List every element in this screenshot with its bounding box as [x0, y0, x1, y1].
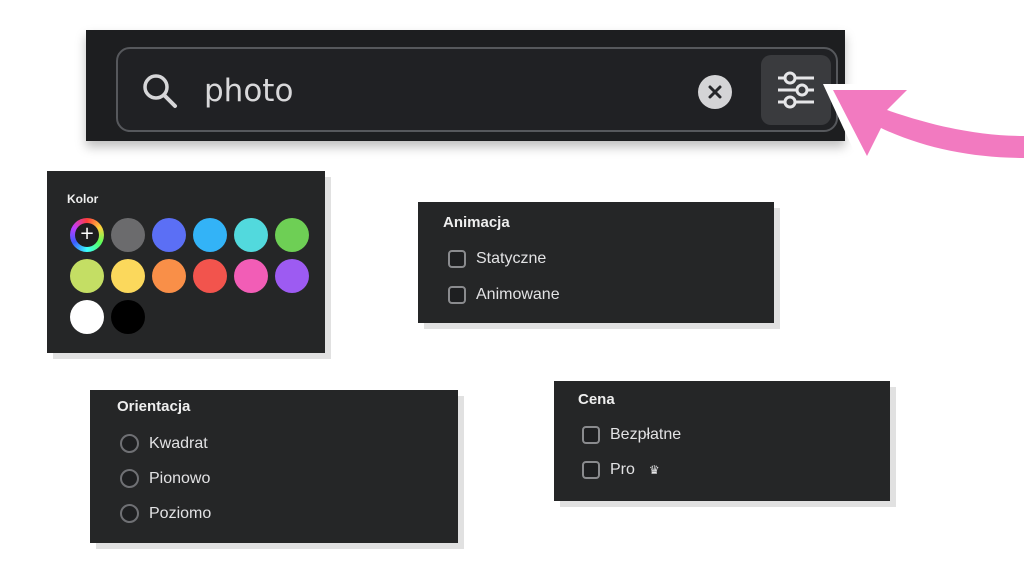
option-label: Animowane — [476, 286, 560, 303]
color-swatch[interactable] — [234, 218, 268, 252]
price-filter-panel: Cena Bezpłatne Pro ♛ — [554, 381, 890, 501]
price-filter-title: Cena — [578, 391, 615, 408]
option-label: Pionowo — [149, 469, 211, 487]
radio-button[interactable] — [120, 469, 139, 488]
search-icon — [143, 74, 177, 108]
color-swatch[interactable] — [111, 300, 145, 334]
color-filter-title: Kolor — [67, 192, 99, 206]
option-label: Bezpłatne — [610, 426, 682, 443]
crown-icon: ♛ — [648, 463, 660, 477]
radio-button[interactable] — [120, 504, 139, 523]
radio-square[interactable]: Kwadrat — [120, 434, 208, 453]
color-swatch[interactable] — [152, 259, 186, 293]
color-swatch[interactable] — [152, 218, 186, 252]
checkbox-free[interactable]: Bezpłatne — [582, 426, 681, 444]
color-swatch[interactable] — [70, 300, 104, 334]
radio-landscape[interactable]: Poziomo — [120, 504, 211, 523]
arrow-icon — [823, 84, 1024, 166]
sliders-icon — [778, 71, 814, 109]
option-label: Pro — [610, 461, 635, 478]
clear-icon — [708, 85, 722, 99]
plus-icon: + — [75, 223, 99, 247]
color-swatch[interactable] — [111, 218, 145, 252]
color-filter-panel: Kolor + — [47, 171, 325, 353]
option-label: Poziomo — [149, 504, 212, 522]
color-swatch[interactable] — [111, 259, 145, 293]
checkbox[interactable] — [582, 426, 600, 444]
clear-search-button[interactable] — [698, 75, 732, 109]
checkbox[interactable] — [448, 250, 466, 268]
color-swatch[interactable] — [275, 218, 309, 252]
orientation-filter-panel: Orientacja Kwadrat Pionowo Poziomo — [90, 390, 458, 543]
color-swatch[interactable] — [234, 259, 268, 293]
animation-filter-panel: Animacja Statyczne Animowane — [418, 202, 774, 323]
option-label: Kwadrat — [149, 434, 208, 452]
checkbox-pro[interactable]: Pro ♛ — [582, 461, 660, 479]
color-swatch[interactable] — [275, 259, 309, 293]
checkbox[interactable] — [448, 286, 466, 304]
checkbox[interactable] — [582, 461, 600, 479]
color-picker-button[interactable]: + — [70, 218, 104, 252]
radio-portrait[interactable]: Pionowo — [120, 469, 210, 488]
option-label: Statyczne — [476, 250, 547, 267]
radio-button[interactable] — [120, 434, 139, 453]
checkbox-static[interactable]: Statyczne — [448, 250, 546, 268]
color-swatch[interactable] — [193, 218, 227, 252]
color-swatch[interactable] — [70, 259, 104, 293]
orientation-filter-title: Orientacja — [117, 398, 191, 415]
color-swatch[interactable] — [193, 259, 227, 293]
search-bar — [86, 30, 845, 141]
search-input[interactable] — [204, 71, 684, 111]
search-field[interactable] — [116, 47, 838, 132]
checkbox-animated[interactable]: Animowane — [448, 286, 560, 304]
animation-filter-title: Animacja — [443, 214, 510, 231]
